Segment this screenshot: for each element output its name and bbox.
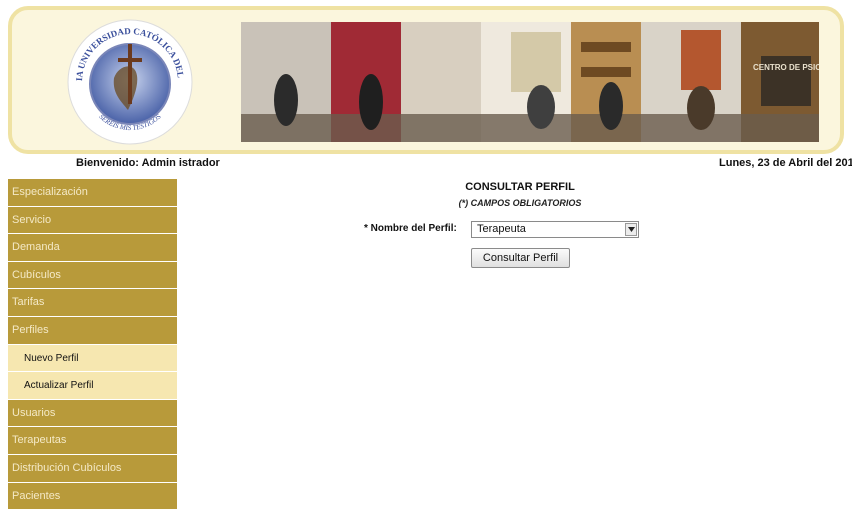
dropdown-arrow-icon[interactable] [625, 223, 637, 236]
profile-name-select[interactable]: Terapeuta [471, 221, 639, 238]
header-banner: PONTIFICIA UNIVERSIDAD CATÓLICA DEL ECUA… [8, 6, 844, 154]
required-fields-note: (*) CAMPOS OBLIGATORIOS [458, 198, 582, 208]
university-seal-logo: PONTIFICIA UNIVERSIDAD CATÓLICA DEL ECUA… [62, 14, 193, 145]
profile-name-value: Terapeuta [477, 223, 526, 235]
sidebar-item-usuarios[interactable]: Usuarios [8, 399, 177, 428]
building-sign-text: CENTRO DE PSICOLOGÍA APLICADA [753, 63, 819, 72]
sidebar-item-terapeutas[interactable]: Terapeutas [8, 427, 177, 455]
sidebar-item-distribucion-cubiculos[interactable]: Distribución Cubículos [8, 454, 177, 483]
consultar-perfil-button[interactable]: Consultar Perfil [471, 248, 570, 268]
sidebar-subitem-nuevo-perfil[interactable]: Nuevo Perfil [8, 344, 177, 373]
sidebar-item-cubiculos[interactable]: Cubículos [8, 261, 177, 290]
sidebar-nav: Especialización Servicio Demanda Cubícul… [8, 179, 177, 511]
sidebar-subitem-actualizar-perfil[interactable]: Actualizar Perfil [8, 372, 177, 400]
building-sign: CENTRO DE PSICOLOGÍA APLICADA [753, 63, 819, 72]
profile-name-label: * Nombre del Perfil: [364, 223, 457, 234]
sidebar-item-especializacion[interactable]: Especialización [8, 179, 177, 207]
welcome-text: Bienvenido: Admin istrador [76, 157, 220, 169]
header-photo: CENTRO DE PSICOLOGÍA APLICADA [241, 22, 819, 142]
sidebar-item-perfiles[interactable]: Perfiles [8, 316, 177, 345]
sidebar-item-demanda[interactable]: Demanda [8, 234, 177, 262]
current-date: Lunes, 23 de Abril del 2012 [719, 157, 852, 169]
sidebar-item-pacientes[interactable]: Pacientes [8, 482, 177, 511]
sidebar-item-servicio[interactable]: Servicio [8, 206, 177, 235]
sidebar-item-tarifas[interactable]: Tarifas [8, 289, 177, 317]
page-title: CONSULTAR PERFIL [465, 181, 575, 193]
